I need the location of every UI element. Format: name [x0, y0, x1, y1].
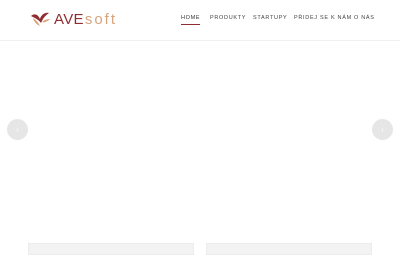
brand-name-part1: AVE — [54, 10, 84, 28]
content-card — [28, 243, 194, 255]
site-header: AVE soft HOME PRODUKTY STARTUPY PŘIDEJ SE… — [0, 0, 400, 41]
brand-name: AVE soft — [54, 12, 117, 27]
slider-prev-button[interactable]: ‹ — [7, 119, 28, 140]
hero-slider — [0, 41, 400, 239]
nav-item-pridej-se[interactable]: PŘIDEJ SE K NÁM — [294, 15, 352, 21]
chevron-right-icon: › — [381, 124, 384, 134]
slider-next-button[interactable]: › — [372, 119, 393, 140]
brand-logo[interactable]: AVE soft — [29, 9, 117, 29]
nav-item-o-nas[interactable]: O NÁS — [354, 15, 375, 21]
bird-logo-icon — [31, 12, 50, 26]
brand-name-part2: soft — [84, 10, 117, 28]
main-nav: HOME PRODUKTY STARTUPY PŘIDEJ SE K NÁM O… — [181, 15, 374, 27]
chevron-left-icon: ‹ — [16, 124, 19, 134]
nav-item-startupy[interactable]: STARTUPY — [253, 15, 287, 21]
nav-item-produkty[interactable]: PRODUKTY — [210, 15, 246, 21]
content-card — [206, 243, 372, 255]
nav-item-home[interactable]: HOME — [181, 15, 201, 25]
